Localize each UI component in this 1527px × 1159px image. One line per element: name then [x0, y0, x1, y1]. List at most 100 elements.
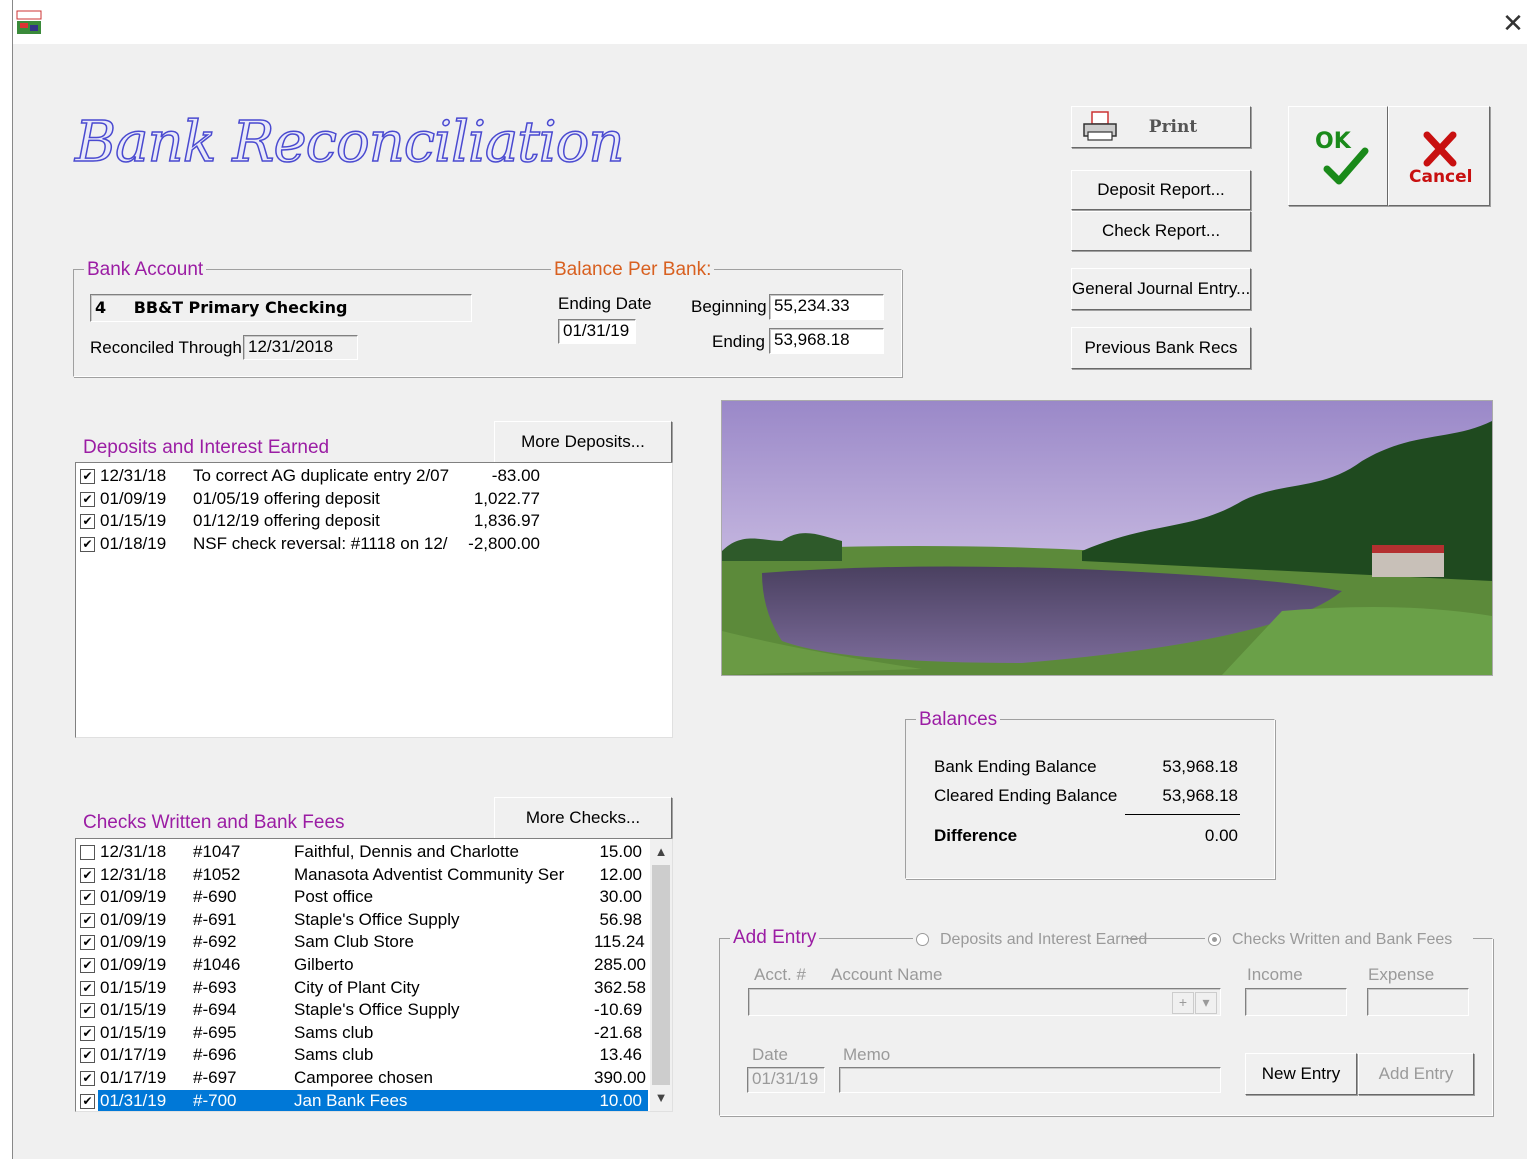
radio-deposits-indicator[interactable]: [916, 933, 929, 946]
check-row[interactable]: ✔ 01/09/19 #-691 Staple's Office Supply 56.9…: [76, 909, 648, 931]
income-input[interactable]: [1245, 988, 1347, 1016]
check-amount: -10.69: [594, 1000, 643, 1020]
checkbox-icon[interactable]: ✔: [80, 1003, 95, 1019]
check-payee: Sams club: [294, 1045, 374, 1065]
checkbox-icon[interactable]: ✔: [80, 935, 95, 951]
check-row[interactable]: ✔ 01/31/19 #-700 Jan Bank Fees 10.00: [76, 1089, 648, 1111]
checkbox-icon[interactable]: [80, 845, 95, 860]
ok-button[interactable]: OK: [1288, 106, 1388, 206]
reconciled-through-field: 12/31/2018: [243, 335, 358, 360]
deposit-row[interactable]: ✔ 01/15/19 01/12/19 offering deposit 1,836.…: [76, 510, 656, 532]
ending-label: Ending: [712, 332, 765, 351]
check-row[interactable]: ✔ 01/15/19 #-693 City of Plant City 362.58: [76, 977, 648, 999]
deposit-row[interactable]: ✔ 01/09/19 01/05/19 offering deposit 1,022.…: [76, 488, 656, 510]
add-entry-button[interactable]: Add Entry: [1358, 1053, 1474, 1095]
deposit-description: To correct AG duplicate entry 2/07: [193, 466, 450, 485]
chevron-down-icon[interactable]: ▾: [1195, 992, 1217, 1014]
account-select[interactable]: + ▾: [748, 988, 1221, 1016]
scroll-down-icon[interactable]: ▼: [650, 1087, 672, 1109]
cleared-ending-balance-value: 53,968.18: [1162, 786, 1238, 805]
general-journal-entry-button[interactable]: General Journal Entry...: [1071, 268, 1251, 310]
deposit-row[interactable]: ✔ 01/18/19 NSF check reversal: #1118 on 12…: [76, 533, 656, 555]
checkbox-icon[interactable]: ✔: [80, 1025, 95, 1041]
check-row[interactable]: ✔ 01/17/19 #-696 Sams club 13.46: [76, 1044, 648, 1066]
beginning-balance-input[interactable]: 55,234.33: [769, 294, 884, 320]
checkbox-icon[interactable]: ✔: [80, 867, 95, 883]
print-button[interactable]: Print: [1071, 106, 1251, 148]
checkbox-icon[interactable]: ✔: [80, 469, 95, 484]
cancel-button[interactable]: Cancel: [1388, 106, 1490, 206]
check-number: #-694: [193, 1000, 237, 1020]
checkbox-icon[interactable]: ✔: [80, 514, 95, 530]
new-entry-button[interactable]: New Entry: [1245, 1053, 1357, 1095]
check-number: #-695: [193, 1022, 237, 1042]
checkbox-icon[interactable]: ✔: [80, 536, 95, 552]
previous-bank-recs-button[interactable]: Previous Bank Recs: [1071, 327, 1251, 369]
radio-checks[interactable]: Checks Written and Bank Fees: [1205, 931, 1473, 951]
check-number: #1052: [193, 864, 241, 884]
deposit-row[interactable]: ✔ 12/31/18 To correct AG duplicate entry 2…: [76, 465, 656, 487]
check-payee: Camporee chosen: [294, 1068, 433, 1087]
close-icon[interactable]: ✕: [1498, 8, 1527, 38]
check-amount: 13.46: [599, 1045, 642, 1065]
balance-divider: [1125, 814, 1240, 815]
check-number: #-691: [193, 909, 237, 929]
check-date: 01/09/19: [100, 887, 167, 907]
check-payee: Sam Club Store: [294, 932, 414, 952]
checks-title: Checks Written and Bank Fees: [83, 812, 345, 833]
checkbox-icon[interactable]: ✔: [80, 980, 95, 996]
deposit-date: 01/09/19: [100, 488, 167, 508]
checkbox-icon[interactable]: ✔: [80, 1093, 95, 1109]
more-checks-button[interactable]: More Checks...: [494, 797, 672, 839]
add-entry-legend: Add Entry: [730, 927, 820, 949]
add-account-icon[interactable]: +: [1172, 992, 1194, 1014]
check-row[interactable]: ✔ 01/17/19 #-697 Camporee chosen 390.00: [76, 1067, 648, 1089]
radio-checks-label: Checks Written and Bank Fees: [1232, 931, 1453, 948]
checkbox-icon[interactable]: ✔: [80, 958, 95, 973]
landscape-photo: [721, 400, 1493, 676]
checks-scrollbar[interactable]: ▲ ▼: [650, 839, 672, 1111]
entry-date-input[interactable]: 01/31/19: [747, 1067, 825, 1093]
check-payee: Faithful, Dennis and Charlotte: [294, 842, 519, 861]
radio-deposits[interactable]: Deposits and Interest Earned: [913, 931, 1147, 951]
check-row[interactable]: ✔ 01/09/19 #-690 Post office 30.00: [76, 886, 648, 908]
checkbox-icon[interactable]: ✔: [80, 890, 95, 906]
check-row[interactable]: ✔ 01/09/19 #-692 Sam Club Store 115.24: [76, 931, 648, 953]
checks-list[interactable]: ▲ ▼ 12/31/18 #1047 Faithful, Dennis and Ch…: [75, 838, 673, 1112]
check-date: 01/09/19: [100, 955, 167, 974]
bank-account-select[interactable]: 4 BB&T Primary Checking: [90, 294, 472, 322]
scroll-up-icon[interactable]: ▲: [650, 841, 672, 863]
deposit-amount: 1,022.77: [473, 488, 540, 508]
radio-checks-indicator[interactable]: [1208, 933, 1221, 946]
expense-input[interactable]: [1367, 988, 1469, 1016]
check-row[interactable]: 12/31/18 #1047 Faithful, Dennis and Charlo…: [76, 841, 648, 863]
reconciliation-window: ✕ Bank Reconciliation Bank Account Balan…: [12, 0, 1527, 1159]
more-deposits-button[interactable]: More Deposits...: [494, 421, 672, 463]
checkbox-icon[interactable]: ✔: [80, 491, 95, 507]
check-report-button[interactable]: Check Report...: [1071, 211, 1251, 251]
checkbox-icon[interactable]: ✔: [80, 1071, 95, 1086]
scrollbar-thumb[interactable]: [652, 865, 670, 1085]
deposit-description: 01/12/19 offering deposit: [193, 511, 380, 531]
radio-deposits-label: Deposits and Interest Earned: [940, 931, 1148, 948]
check-payee: Sams club: [294, 1022, 374, 1042]
memo-input[interactable]: [839, 1067, 1221, 1093]
ending-date-label: Ending Date: [558, 294, 652, 313]
check-row[interactable]: ✔ 12/31/18 #1052 Manasota Adventist Communi…: [76, 864, 648, 886]
deposit-report-button[interactable]: Deposit Report...: [1071, 170, 1251, 210]
balances-legend: Balances: [916, 709, 1001, 731]
checkbox-icon[interactable]: ✔: [80, 912, 95, 928]
account-number: 4: [95, 298, 107, 317]
deposits-list[interactable]: ✔ 12/31/18 To correct AG duplicate entry 2…: [75, 462, 673, 738]
check-row[interactable]: ✔ 01/15/19 #-694 Staple's Office Supply -10.…: [76, 999, 648, 1021]
ending-date-input[interactable]: 01/31/19: [558, 319, 636, 344]
check-row[interactable]: ✔ 01/15/19 #-695 Sams club -21.68: [76, 1022, 648, 1044]
ending-balance-input[interactable]: 53,968.18: [769, 328, 884, 354]
check-number: #-697: [193, 1068, 237, 1087]
check-amount: 115.24: [594, 932, 645, 952]
check-row[interactable]: ✔ 01/09/19 #1046 Gilberto 285.00: [76, 954, 648, 976]
check-date: 12/31/18: [100, 842, 167, 861]
checkbox-icon[interactable]: ✔: [80, 1048, 95, 1064]
bank-account-group: [73, 269, 902, 377]
check-number: #-700: [173, 1089, 294, 1111]
